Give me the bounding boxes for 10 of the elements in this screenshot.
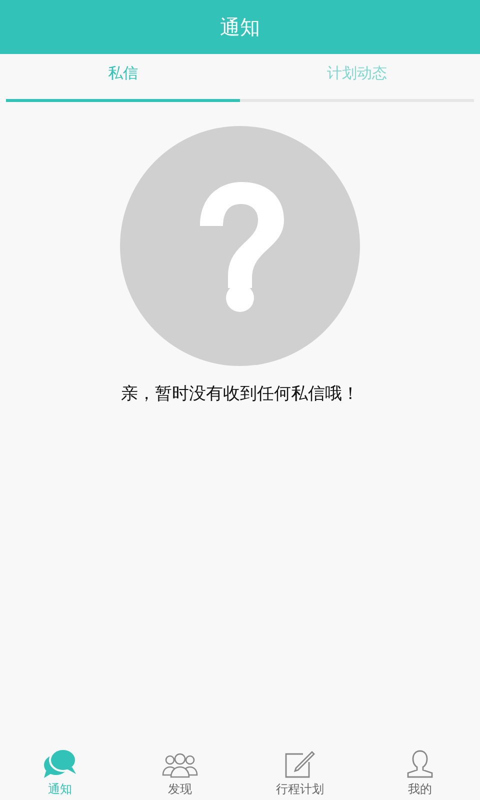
edit-icon <box>283 749 317 779</box>
person-icon <box>406 749 434 779</box>
people-icon <box>162 751 198 779</box>
nav-item[interactable]: 我的 <box>360 732 480 800</box>
nav-item[interactable]: 行程计划 <box>240 732 360 800</box>
nav-item[interactable]: 发现 <box>120 732 240 800</box>
chat-bubbles-icon <box>42 747 78 779</box>
empty-message: 亲，暂时没有收到任何私信哦！ <box>121 383 359 405</box>
question-mark-icon <box>120 126 360 366</box>
page-title: 通知 <box>220 14 260 40</box>
